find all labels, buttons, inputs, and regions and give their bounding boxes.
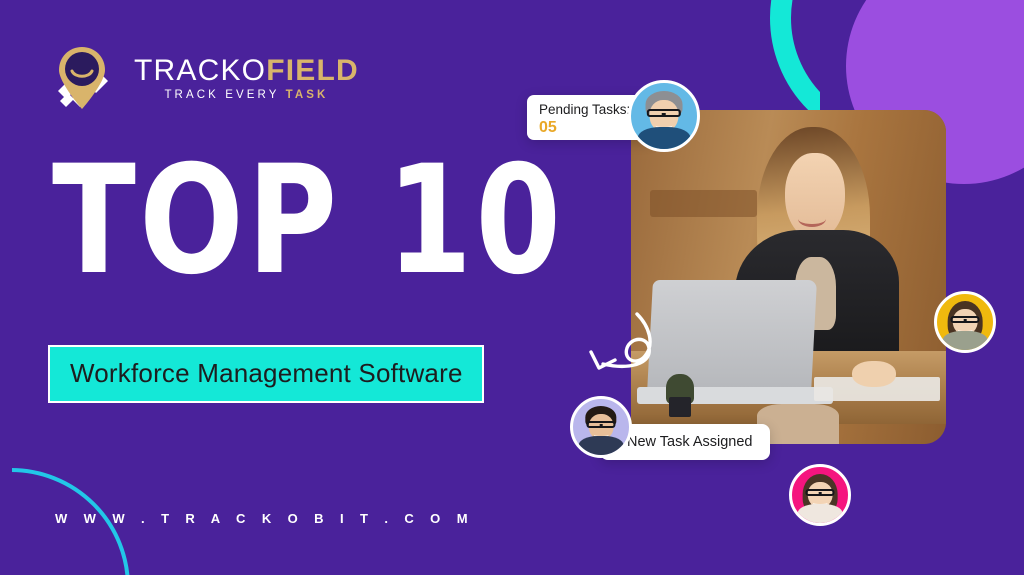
curly-arrow-icon xyxy=(575,312,665,392)
avatar-right-user[interactable] xyxy=(934,291,996,353)
cyan-arc-mask xyxy=(0,455,12,575)
brand-name: TRACKOFIELD xyxy=(134,56,359,86)
brand-name-part1: TRACKO xyxy=(134,54,267,88)
page-title: TOP 10 xyxy=(52,134,565,308)
brand-wordmark: TRACKOFIELD TRACK EVERY TASK xyxy=(134,56,359,102)
subtitle-text: Workforce Management Software xyxy=(70,358,463,388)
subtitle-badge: Workforce Management Software xyxy=(48,345,484,403)
new-task-assigned-label: New Task Assigned xyxy=(627,433,753,450)
map-pin-smile-logo-icon xyxy=(44,41,120,117)
brand-logo[interactable]: TRACKOFIELD TRACK EVERY TASK xyxy=(44,41,359,117)
avatar-bottom-user[interactable] xyxy=(789,464,851,526)
promo-banner: TRACKOFIELD TRACK EVERY TASK TOP 10 Work… xyxy=(0,0,1024,575)
brand-name-part2: FIELD xyxy=(266,54,359,88)
website-url[interactable]: W W W . T R A C K O B I T . C O M xyxy=(55,512,474,525)
avatar-newtask-user[interactable] xyxy=(570,396,632,458)
woman-working-on-laptop-photo xyxy=(631,110,946,444)
avatar-pending-user[interactable] xyxy=(628,80,700,152)
brand-tagline: TRACK EVERY TASK xyxy=(134,90,359,102)
brand-tagline-part1: TRACK EVERY xyxy=(164,89,286,102)
brand-tagline-part2: TASK xyxy=(285,89,329,102)
